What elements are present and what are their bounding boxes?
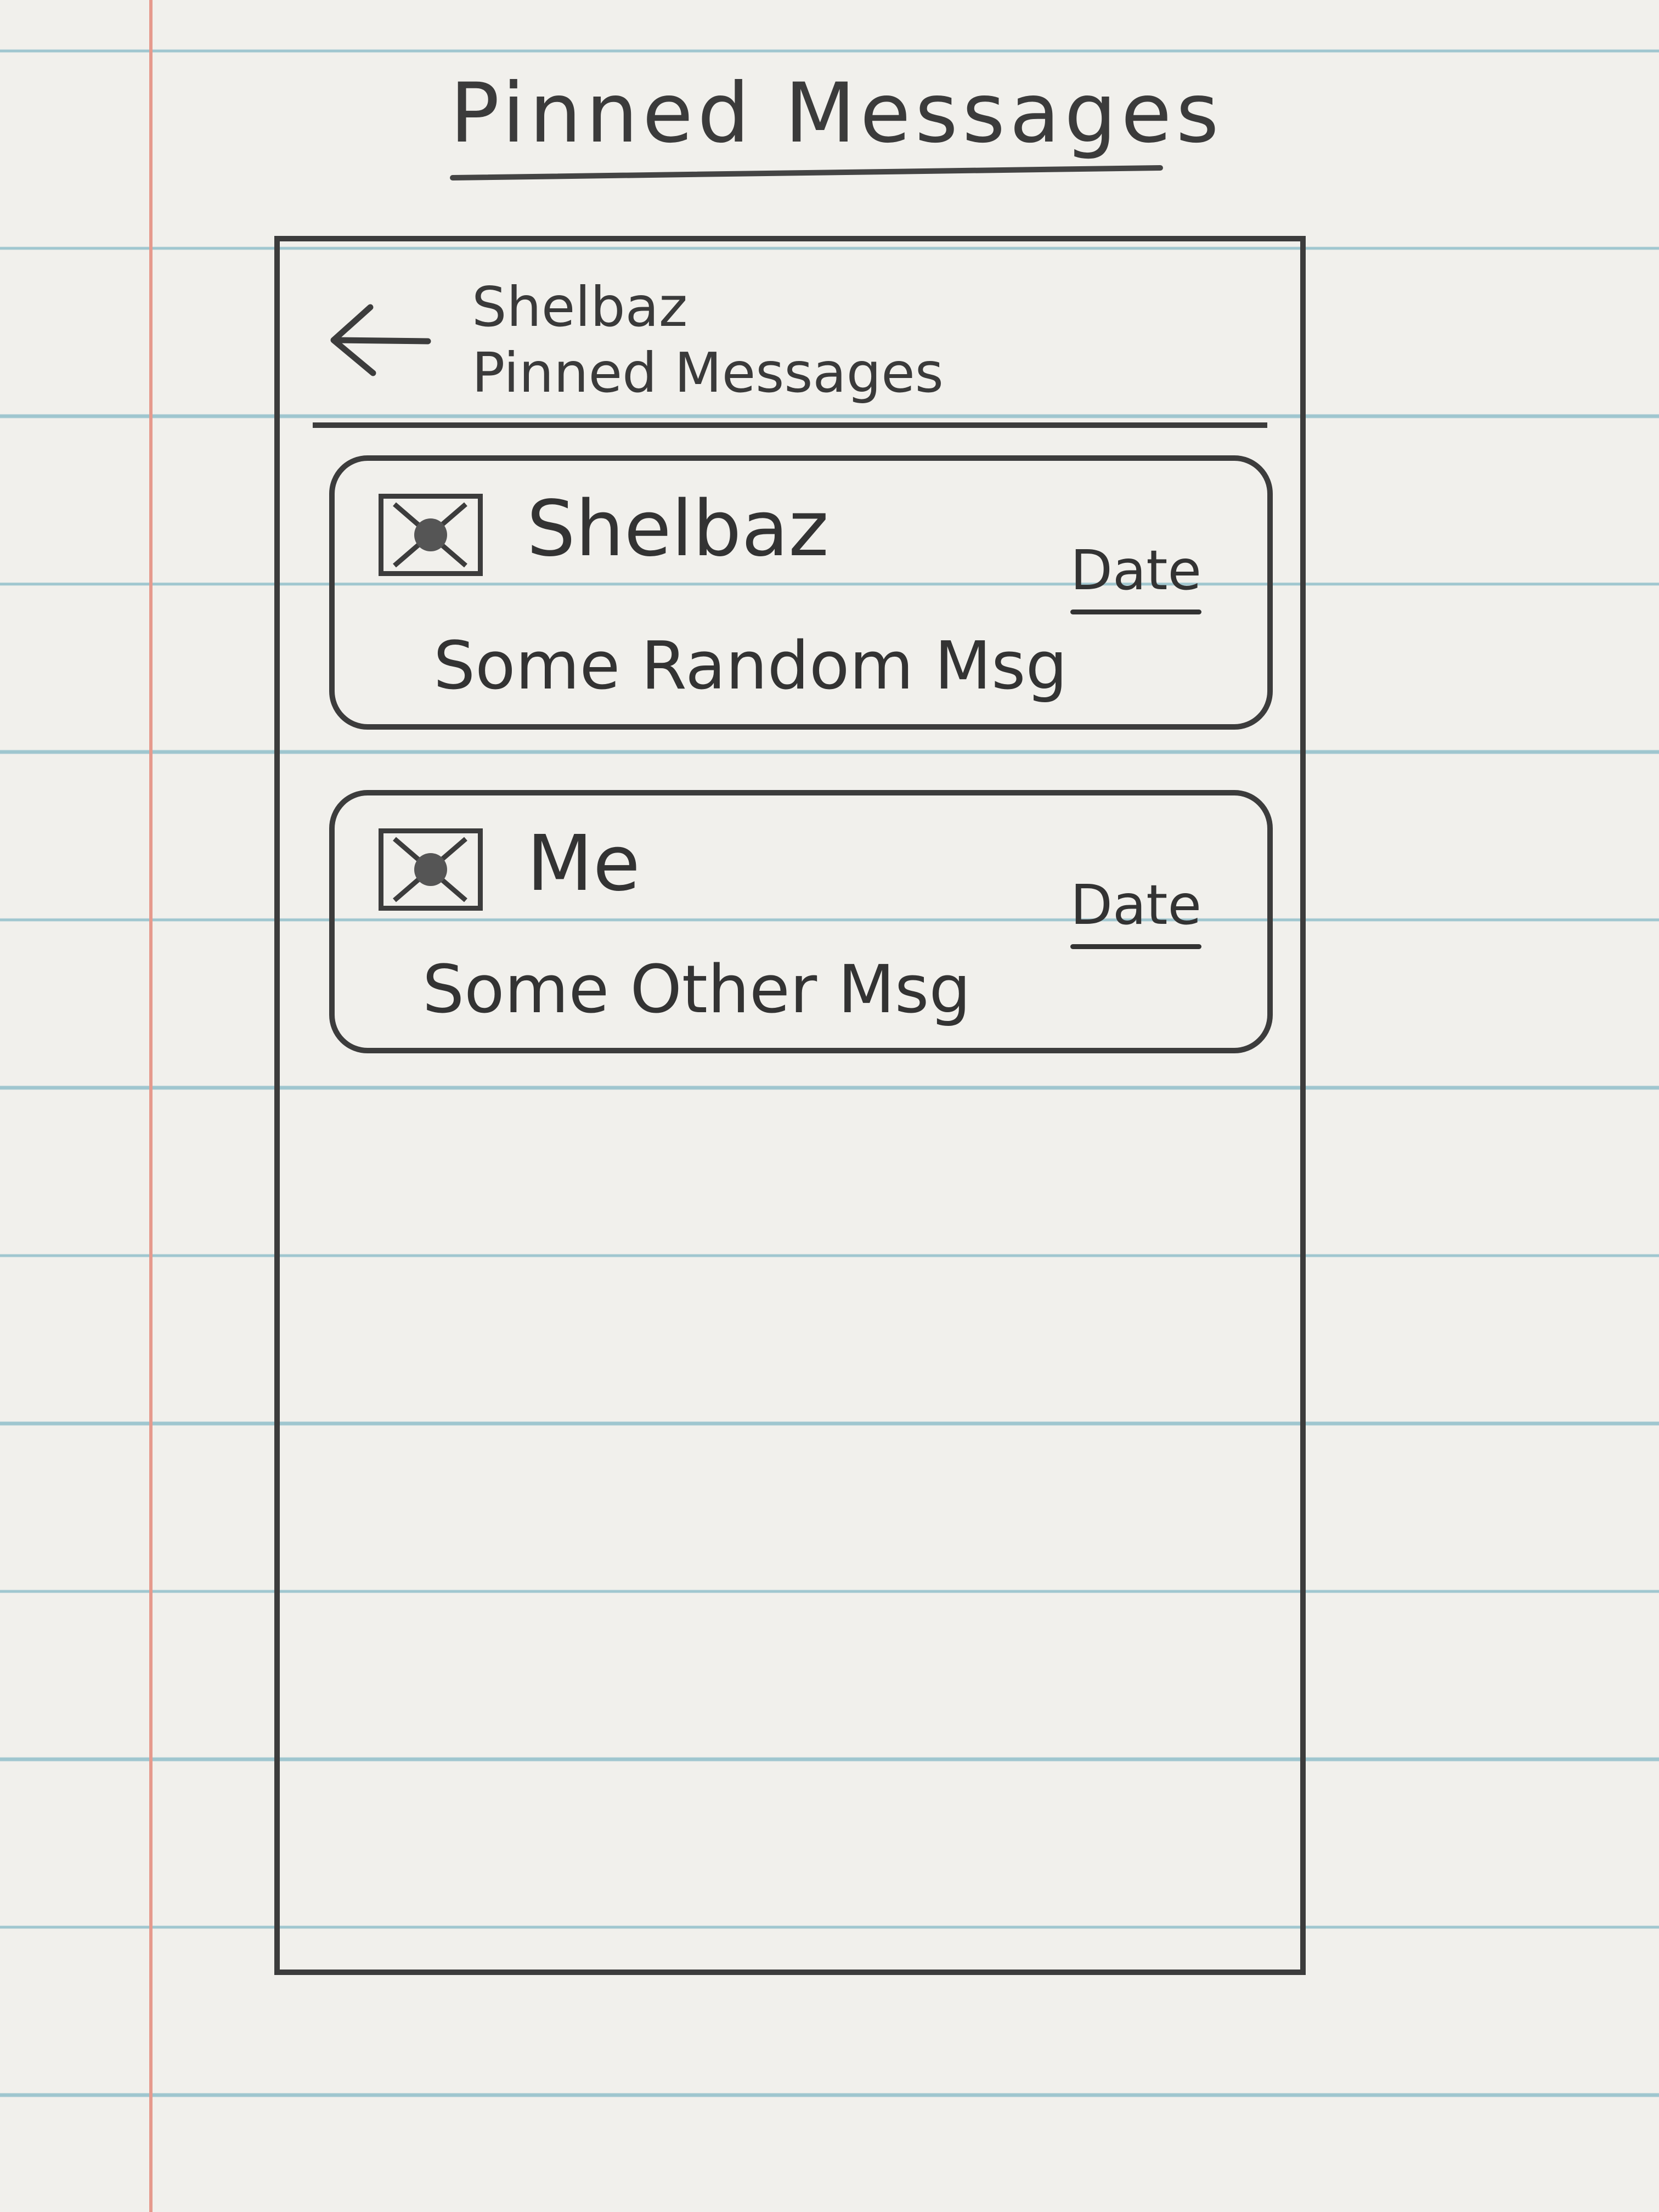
app-header: Shelbaz Pinned Messages [313,252,1267,428]
pinned-message-card[interactable]: Me Date Some Other Msg [329,790,1273,1053]
back-arrow-icon[interactable] [324,296,433,384]
message-text: Some Random Msg [433,628,1068,704]
message-sender: Me [527,819,640,909]
pinned-message-card[interactable]: Shelbaz Date Some Random Msg [329,455,1273,730]
sheet-title-underline [449,165,1164,181]
header-text: Shelbaz Pinned Messages [472,274,944,406]
message-sender: Shelbaz [527,484,829,574]
message-text: Some Other Msg [422,952,971,1028]
message-date: Date [1070,873,1202,949]
conversation-name: Shelbaz [472,275,688,339]
image-placeholder-icon [379,828,483,911]
pinned-message-list: Shelbaz Date Some Random Msg Me Date Som… [329,455,1273,1114]
sheet-title: Pinned Messages [450,66,1223,161]
message-date: Date [1070,538,1202,614]
phone-frame: Shelbaz Pinned Messages Shelbaz Date Som… [274,236,1306,1975]
notebook-margin-line [149,0,153,2212]
image-placeholder-icon [379,494,483,576]
header-subtitle: Pinned Messages [472,341,944,405]
